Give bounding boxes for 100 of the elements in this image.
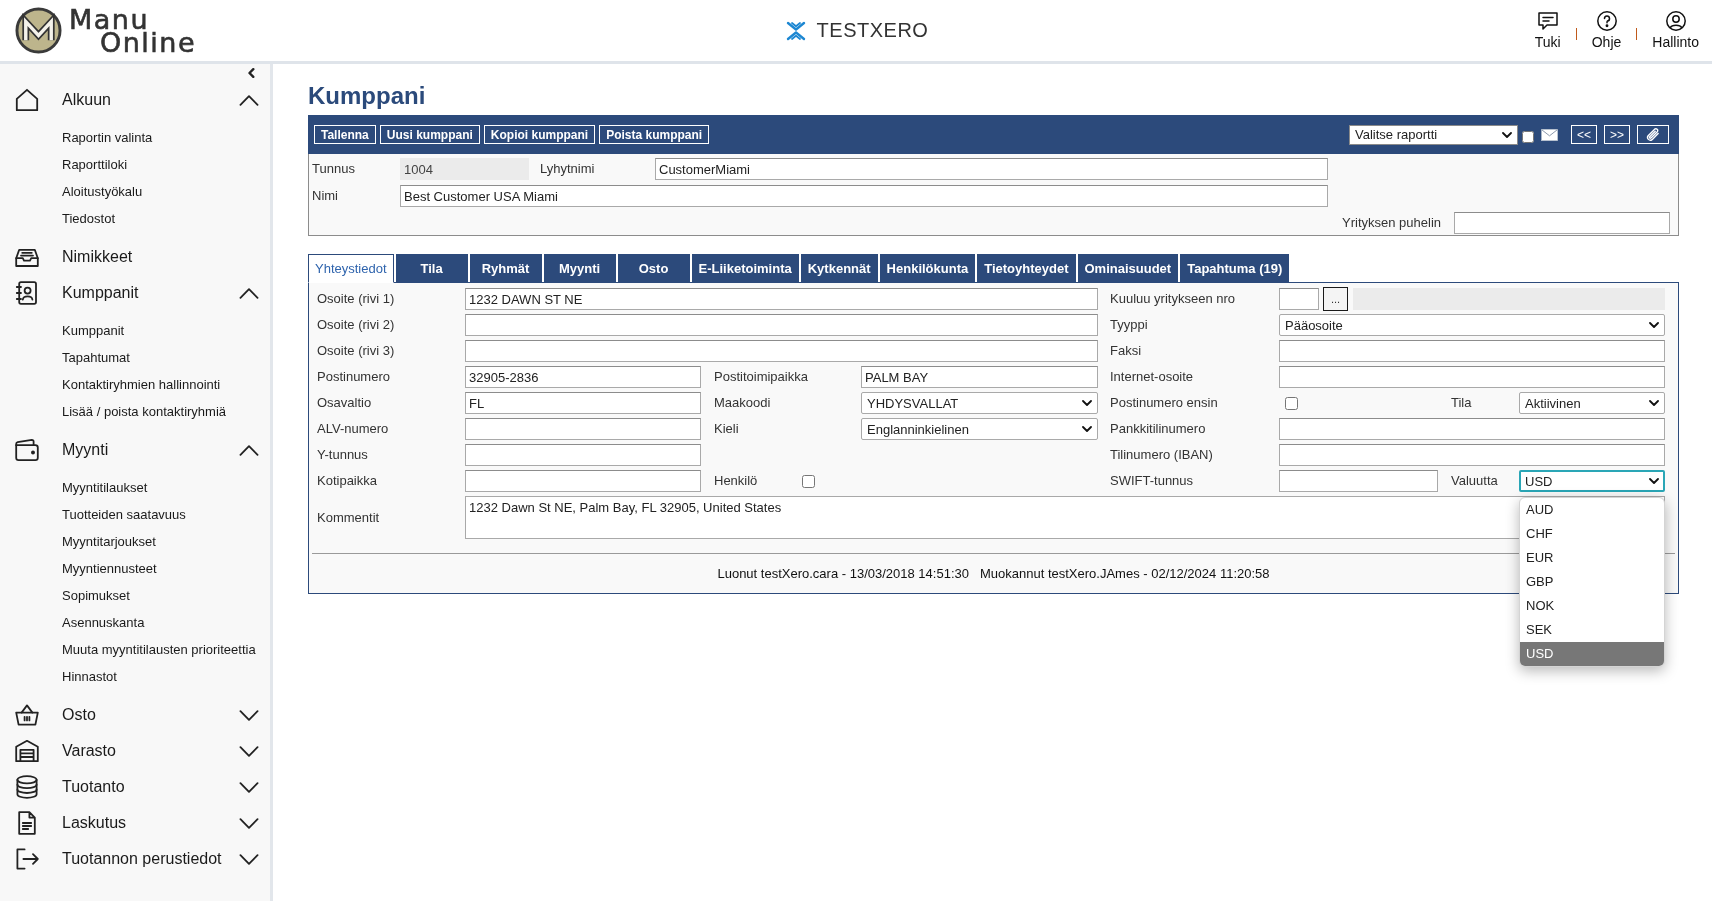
text-input[interactable] [465, 470, 701, 492]
text-input[interactable]: Best Customer USA Miami [400, 185, 1328, 207]
text-input[interactable]: 32905-2836 [465, 366, 701, 388]
sidebar-subitem[interactable]: Kontaktiryhmien hallinnointi [62, 371, 221, 398]
dropdown-option[interactable]: NOK [1520, 594, 1664, 618]
caret-left-icon[interactable] [248, 68, 255, 78]
sidebar-subitem[interactable]: Myyntiennusteet [62, 555, 157, 582]
sidebar-subitem[interactable]: Myyntitilaukset [62, 474, 148, 501]
sidebar-item[interactable]: Tuotanto [62, 778, 125, 796]
field-label: Yrityksen puhelin [1342, 215, 1441, 231]
text-input[interactable] [1279, 366, 1665, 388]
field-label: Tyyppi [1110, 317, 1148, 333]
text-input[interactable] [465, 340, 1098, 362]
toolbar-button[interactable]: Kopioi kumppani [483, 125, 596, 144]
tab[interactable]: Henkilökunta [879, 254, 976, 282]
sidebar-subitem[interactable]: Tapahtumat [62, 344, 130, 371]
sidebar-subitem[interactable]: Tiedostot [62, 205, 115, 232]
field-label: ALV-numero [317, 421, 389, 437]
header-link[interactable]: Hallinto [1652, 11, 1699, 50]
dropdown[interactable]: YHDYSVALLAT [861, 392, 1098, 414]
house-icon [15, 88, 39, 112]
dropdown[interactable]: Aktiivinen [1519, 392, 1665, 414]
chat-icon [1537, 11, 1558, 31]
tab[interactable]: Yhteystiedot [308, 254, 394, 283]
chevron-down-icon[interactable] [239, 709, 259, 721]
wallet-icon [15, 438, 39, 462]
chevron-down-icon [1649, 400, 1659, 406]
checkbox[interactable] [802, 474, 815, 488]
chevron-down-icon[interactable] [239, 781, 259, 793]
field-label: Osoite (rivi 1) [317, 291, 395, 307]
tab[interactable]: Tapahtuma (19) [1180, 254, 1290, 282]
nav-button[interactable]: >> [1604, 125, 1630, 144]
dropdown-option[interactable]: EUR [1520, 546, 1664, 570]
text-input[interactable] [1279, 340, 1665, 362]
text-input[interactable] [465, 314, 1098, 336]
text-input[interactable]: 1232 DAWN ST NE [465, 288, 1098, 310]
dropdown-option[interactable]: SEK [1520, 618, 1664, 642]
checkbox[interactable] [1522, 130, 1534, 143]
text-input[interactable]: 1004 [400, 158, 529, 180]
chevron-up-icon[interactable] [239, 94, 259, 106]
dropdown[interactable]: USD [1519, 470, 1665, 492]
report-select[interactable]: Valitse raportti [1349, 124, 1518, 145]
dropdown[interactable]: Pääosoite [1279, 314, 1665, 336]
sidebar-item[interactable]: Laskutus [62, 814, 127, 832]
tab[interactable]: Ryhmät [469, 254, 542, 282]
tab[interactable]: Myynti [543, 254, 616, 282]
tab[interactable]: Kytkennät [800, 254, 878, 282]
toolbar-button[interactable]: Poista kumppani [599, 125, 710, 144]
toolbar-button[interactable]: Tallenna [314, 125, 376, 144]
text-input[interactable] [1279, 288, 1319, 310]
document-icon [15, 811, 39, 835]
sidebar-subitem[interactable]: Myyntitarjoukset [62, 528, 156, 555]
dropdown[interactable]: Englanninkielinen [861, 418, 1098, 440]
text-input[interactable] [1279, 418, 1665, 440]
chevron-up-icon[interactable] [239, 287, 259, 299]
dropdown-option[interactable]: GBP [1520, 570, 1664, 594]
text-input[interactable] [465, 418, 701, 440]
tab[interactable]: E-Liiketoiminta [691, 254, 799, 282]
tab[interactable]: Ominaisuudet [1077, 254, 1179, 282]
chevron-down-icon[interactable] [239, 817, 259, 829]
text-input[interactable]: PALM BAY [861, 366, 1098, 388]
sidebar-item[interactable]: Tuotannon perustiedot [62, 850, 222, 868]
sidebar-subitem[interactable]: Hinnastot [62, 663, 117, 690]
dropdown-option[interactable]: AUD [1520, 498, 1664, 522]
text-input[interactable] [1454, 212, 1670, 234]
sidebar-subitem[interactable]: Aloitustyökalu [62, 178, 143, 205]
header-link[interactable]: Tuki [1534, 11, 1561, 50]
chevron-down-icon[interactable] [239, 745, 259, 757]
browse-button[interactable]: ... [1323, 287, 1348, 311]
tab[interactable]: Osto [617, 254, 690, 282]
chevron-down-icon[interactable] [239, 853, 259, 865]
sidebar-item[interactable]: Varasto [62, 742, 116, 760]
sidebar-subitem[interactable]: Raporttiloki [62, 151, 128, 178]
nav-button[interactable]: << [1571, 125, 1597, 144]
text-input[interactable] [1279, 444, 1665, 466]
sidebar-subitem[interactable]: Muuta myyntitilausten prioriteettia [62, 636, 256, 663]
dropdown-option[interactable]: USD [1520, 642, 1664, 666]
sidebar-subitem[interactable]: Lisää / poista kontaktiryhmiä [62, 398, 227, 425]
sidebar-item[interactable]: Osto [62, 706, 96, 724]
sidebar-item[interactable]: Nimikkeet [62, 248, 133, 266]
header-link[interactable]: Ohje [1591, 11, 1622, 50]
chevron-up-icon[interactable] [239, 444, 259, 456]
sidebar-item[interactable]: Kumppanit [62, 284, 139, 302]
attach-button[interactable] [1637, 125, 1669, 144]
toolbar-button[interactable]: Uusi kumppani [379, 125, 480, 144]
field-label: Y-tunnus [317, 447, 368, 463]
sidebar-subitem[interactable]: Kumppanit [62, 317, 125, 344]
checkbox[interactable] [1285, 396, 1298, 410]
text-input[interactable]: CustomerMiami [655, 158, 1328, 180]
text-input[interactable] [465, 444, 701, 466]
tab[interactable]: Tietoyhteydet [977, 254, 1076, 282]
sidebar-subitem[interactable]: Raportin valinta [62, 124, 153, 151]
sidebar-subitem[interactable]: Tuotteiden saatavuus [62, 501, 186, 528]
sidebar-subitem[interactable]: Asennuskanta [62, 609, 145, 636]
sidebar-item[interactable]: Alkuun [62, 91, 111, 109]
tab[interactable]: Tila [395, 254, 468, 282]
sidebar-item[interactable]: Myynti [62, 441, 109, 459]
text-input[interactable]: FL [465, 392, 701, 414]
text-input[interactable] [1279, 470, 1438, 492]
sidebar-subitem[interactable]: Sopimukset [62, 582, 130, 609]
